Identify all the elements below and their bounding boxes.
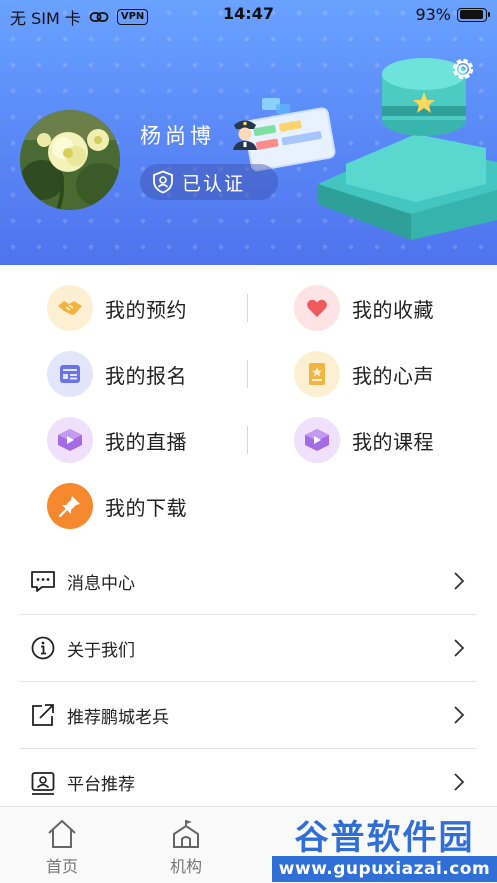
status-right: 93% bbox=[415, 5, 490, 24]
grid-label: 我的报名 bbox=[105, 363, 187, 388]
watermark-title: 谷普软件园 bbox=[294, 817, 475, 859]
chevron-right-icon bbox=[454, 773, 465, 791]
heart-icon bbox=[294, 285, 340, 331]
grid-row: 我的预约 我的收藏 bbox=[0, 275, 497, 341]
battery-percent: 93% bbox=[415, 5, 451, 24]
police-officer-icon bbox=[233, 120, 257, 150]
user-name: 杨尚博 bbox=[140, 124, 215, 148]
divider bbox=[247, 360, 248, 388]
handshake-icon bbox=[47, 285, 93, 331]
live-icon bbox=[47, 417, 93, 463]
watermark: 谷普软件园 www.gupuxiazai.com bbox=[272, 808, 497, 883]
settings-list: 消息中心 关于我们 推荐鹏城老兵 平台推荐 bbox=[20, 548, 477, 816]
grid-label: 我的收藏 bbox=[352, 297, 434, 322]
grid-label: 我的下载 bbox=[105, 495, 187, 520]
gear-icon[interactable] bbox=[448, 54, 478, 84]
verified-badge: 已认证 bbox=[140, 164, 278, 200]
chevron-right-icon bbox=[454, 572, 465, 590]
my-live-item[interactable]: 我的直播 bbox=[47, 417, 187, 463]
list-label: 关于我们 bbox=[67, 640, 135, 661]
divider bbox=[247, 294, 248, 322]
grid-row: 我的下载 bbox=[0, 473, 497, 539]
profile-header: 无 SIM 卡 VPN 14:47 93% 杨尚博 已认证 bbox=[0, 0, 497, 265]
grid-label: 我的直播 bbox=[105, 429, 187, 454]
status-bar: 无 SIM 卡 VPN 14:47 93% bbox=[0, 0, 497, 30]
recommend-item[interactable]: 推荐鹏城老兵 bbox=[20, 682, 477, 749]
tab-label: 首页 bbox=[45, 857, 78, 876]
message-center-item[interactable]: 消息中心 bbox=[20, 548, 477, 615]
form-icon bbox=[47, 351, 93, 397]
organization-icon bbox=[173, 820, 199, 848]
grid-label: 我的心声 bbox=[352, 363, 434, 388]
info-icon bbox=[31, 636, 55, 660]
battery-icon bbox=[457, 7, 490, 22]
my-voice-item[interactable]: 我的心声 bbox=[294, 351, 434, 397]
chevron-right-icon bbox=[454, 639, 465, 657]
grid-label: 我的预约 bbox=[105, 297, 187, 322]
about-us-item[interactable]: 关于我们 bbox=[20, 615, 477, 682]
home-icon bbox=[48, 819, 76, 848]
shortcut-grid: 我的预约 我的收藏 我的报名 我的心声 我的直播 我的课程 我的下载 bbox=[0, 275, 497, 539]
battery-fill bbox=[459, 10, 483, 19]
course-icon bbox=[294, 417, 340, 463]
shield-user-icon bbox=[153, 170, 173, 194]
divider bbox=[247, 426, 248, 454]
my-courses-item[interactable]: 我的课程 bbox=[294, 417, 434, 463]
tab-organization[interactable]: 机构 bbox=[146, 817, 226, 877]
chevron-right-icon bbox=[454, 706, 465, 724]
my-favorites-item[interactable]: 我的收藏 bbox=[294, 285, 434, 331]
watermark-url: www.gupuxiazai.com bbox=[272, 856, 497, 882]
my-reservations-item[interactable]: 我的预约 bbox=[47, 285, 187, 331]
grid-row: 我的直播 我的课程 bbox=[0, 407, 497, 473]
list-label: 平台推荐 bbox=[67, 775, 135, 795]
my-registrations-item[interactable]: 我的报名 bbox=[47, 351, 187, 397]
tab-home[interactable]: 首页 bbox=[22, 817, 102, 877]
list-label: 消息中心 bbox=[67, 573, 135, 594]
grid-row: 我的报名 我的心声 bbox=[0, 341, 497, 407]
my-downloads-item[interactable]: 我的下载 bbox=[47, 483, 187, 529]
list-label: 推荐鹏城老兵 bbox=[67, 707, 169, 728]
contact-icon bbox=[31, 771, 55, 795]
verified-label: 已认证 bbox=[182, 172, 246, 195]
note-icon bbox=[294, 351, 340, 397]
download-pin-icon bbox=[47, 483, 93, 529]
message-icon bbox=[31, 571, 55, 592]
tab-label: 机构 bbox=[169, 857, 202, 876]
grid-label: 我的课程 bbox=[352, 429, 434, 454]
share-icon bbox=[32, 704, 54, 726]
avatar[interactable] bbox=[20, 110, 120, 210]
